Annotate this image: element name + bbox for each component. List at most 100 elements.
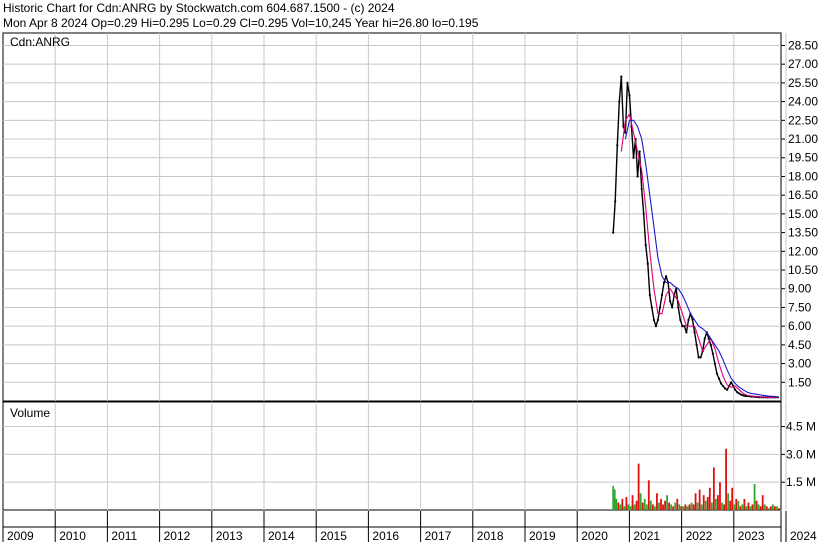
volume-bar <box>776 506 778 510</box>
volume-bar <box>670 504 673 510</box>
volume-bar <box>645 504 648 510</box>
volume-bar <box>765 506 768 510</box>
volume-bar <box>769 506 772 510</box>
price-tick-label: 22.50 <box>788 113 818 127</box>
price-point <box>652 318 655 322</box>
year-label: 2021 <box>633 529 660 543</box>
price-point <box>709 343 712 346</box>
price-point <box>703 337 706 340</box>
volume-bar <box>717 495 719 510</box>
price-point <box>628 94 631 97</box>
volume-bar <box>662 504 664 510</box>
price-point <box>642 212 645 215</box>
volume-bar <box>637 463 640 510</box>
volume-bar <box>696 502 699 510</box>
volume-bar <box>647 480 650 510</box>
volume-bar <box>757 504 760 510</box>
volume-bar <box>639 493 642 510</box>
price-point <box>679 318 682 322</box>
volume-bar <box>723 504 725 510</box>
price-point <box>725 388 729 391</box>
volume-bar <box>656 493 658 510</box>
volume-bar <box>719 482 721 510</box>
price-tick-label: 28.50 <box>788 38 818 52</box>
year-label: 2020 <box>581 529 608 543</box>
volume-bar <box>735 498 738 510</box>
volume-bar <box>725 448 727 510</box>
year-label: 2022 <box>686 529 713 543</box>
volume-bar <box>686 506 689 510</box>
year-axis: 2009 2010 2011 2012 2013 2014 2015 2016 2017 2018… <box>2 511 817 543</box>
volume-bar <box>733 504 736 510</box>
price-tick-label: 19.50 <box>788 151 818 165</box>
volume-bar <box>676 498 679 510</box>
volume-bar <box>688 504 691 510</box>
price-point <box>636 175 639 178</box>
volume-bar <box>731 487 734 510</box>
volume-bar <box>700 504 703 510</box>
volume-bar <box>773 506 776 510</box>
price-point <box>693 331 696 334</box>
volume-bar <box>702 495 705 510</box>
price-point <box>671 306 674 309</box>
price-point <box>646 262 649 265</box>
year-label: 2016 <box>372 529 399 543</box>
volume-tick-label: 1.5 M <box>786 475 816 489</box>
price-point <box>730 381 733 384</box>
price-point <box>650 306 653 309</box>
price-panel-title: Cdn:ANRG <box>10 35 70 49</box>
price-point <box>612 231 615 234</box>
year-label: 2009 <box>7 529 34 543</box>
volume-bar <box>761 495 764 510</box>
price-point <box>656 318 660 322</box>
price-point <box>713 362 716 365</box>
volume-bar <box>759 506 762 510</box>
price-point <box>697 356 700 359</box>
price-tick-label: 7.50 <box>788 300 812 314</box>
price-tick-label: 13.50 <box>788 226 818 240</box>
volume-bar <box>678 504 681 510</box>
price-point <box>719 382 723 385</box>
price-point <box>616 144 619 147</box>
volume-bar <box>674 502 677 510</box>
volume-bar <box>668 502 671 510</box>
price-point <box>626 81 629 84</box>
price-point <box>681 325 684 328</box>
volume-bar <box>763 504 766 510</box>
volume-bar <box>633 504 636 510</box>
year-label: 2023 <box>738 529 765 543</box>
price-tick-label: 21.00 <box>788 132 818 146</box>
price-point <box>658 306 662 309</box>
price-point <box>742 394 745 397</box>
volume-bar <box>753 484 756 510</box>
volume-bar <box>739 506 742 510</box>
volume-bar <box>623 506 626 510</box>
year-label: 2010 <box>59 529 86 543</box>
volume-bar <box>664 500 666 510</box>
volume-bar <box>635 500 638 510</box>
price-point <box>648 293 651 297</box>
volume-bar <box>684 504 687 510</box>
volume-bar <box>643 498 646 510</box>
price-point <box>699 356 702 359</box>
volume-bar <box>682 506 685 510</box>
volume-bar <box>727 493 730 510</box>
price-point <box>632 156 635 159</box>
volume-bar <box>641 502 644 510</box>
volume-bar <box>751 504 754 510</box>
price-point <box>695 343 698 346</box>
volume-bar <box>690 502 693 510</box>
volume-bar <box>617 502 620 510</box>
price-point <box>711 352 714 355</box>
price-tick-label: 10.50 <box>788 263 818 277</box>
volume-bar <box>706 497 709 510</box>
volume-bar <box>651 504 654 510</box>
volume-bar <box>629 506 632 510</box>
price-point <box>687 318 690 322</box>
volume-bar <box>737 500 740 510</box>
year-label: 2019 <box>529 529 556 543</box>
volume-bar <box>627 504 630 510</box>
volume-bar <box>621 498 624 510</box>
volume-bar <box>729 500 732 510</box>
price-point <box>740 393 743 396</box>
